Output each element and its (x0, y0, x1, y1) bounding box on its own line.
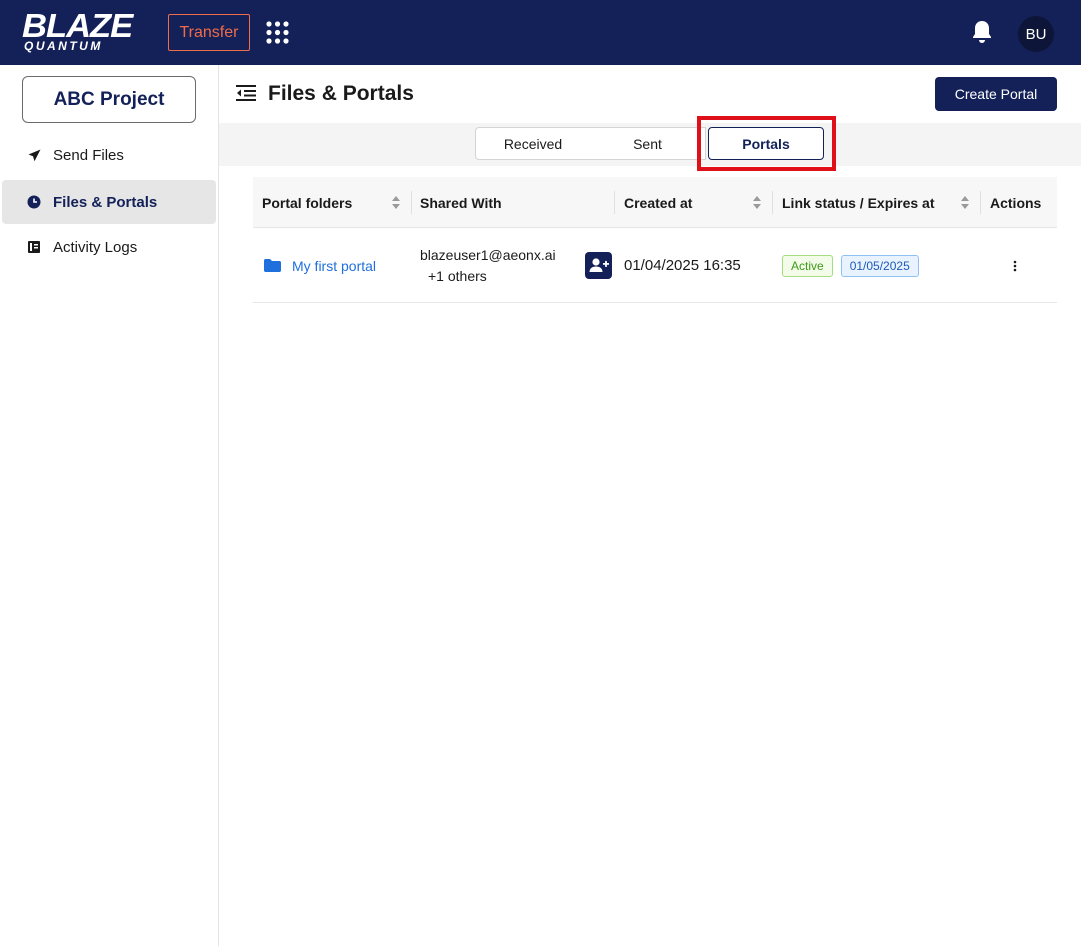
link-status-cell: Active 01/05/2025 (782, 228, 982, 303)
blaze-quantum-logo[interactable]: BLAZE QUANTUM (22, 9, 146, 53)
transfer-button[interactable]: Transfer (168, 14, 250, 51)
sidebar-item-files-portals[interactable]: Files & Portals (2, 180, 216, 224)
more-vertical-icon[interactable] (1013, 260, 1017, 272)
column-header-created-at[interactable]: Created at (615, 177, 772, 228)
tab-received[interactable]: Received (475, 127, 591, 160)
status-badge: Active (782, 254, 833, 277)
apps-grid-icon[interactable] (266, 21, 289, 44)
portal-folder-cell[interactable]: My first portal (263, 228, 411, 303)
sort-icon[interactable] (960, 195, 970, 210)
notification-bell-icon[interactable] (970, 19, 994, 45)
main-header: Files & Portals Create Portal (219, 65, 1081, 123)
logo-main-text: BLAZE (22, 7, 133, 44)
column-header-actions: Actions (990, 194, 1042, 211)
highlight-annotation-box (697, 116, 836, 171)
portals-table: Portal folders Shared With Created at Li… (253, 177, 1057, 303)
send-icon (26, 147, 42, 163)
created-at-cell: 01/04/2025 16:35 (624, 257, 741, 274)
expiry-date-badge: 01/05/2025 (840, 254, 919, 277)
tab-strip: Received Sent Portals (219, 123, 1081, 166)
table-header: Portal folders Shared With Created at Li… (253, 177, 1057, 228)
sidebar-item-activity-logs[interactable]: Activity Logs (2, 225, 216, 269)
project-selector-button[interactable]: ABC Project (22, 76, 196, 123)
sidebar-item-send-files[interactable]: Send Files (2, 133, 216, 177)
tab-sent[interactable]: Sent (590, 127, 706, 160)
portal-folder-link[interactable]: My first portal (292, 258, 376, 274)
folder-icon (264, 259, 281, 272)
column-header-shared-with: Shared With (420, 194, 502, 211)
column-header-link-status[interactable]: Link status / Expires at (773, 177, 980, 228)
log-book-icon (26, 239, 42, 255)
sort-icon[interactable] (391, 195, 401, 210)
table-row: My first portal blazeuser1@aeonx.ai +1 o… (253, 228, 1057, 303)
actions-cell (1005, 228, 1025, 303)
logo-sub-text: QUANTUM (24, 39, 103, 53)
column-header-portal-folders[interactable]: Portal folders (253, 177, 411, 228)
shared-others-count[interactable]: +1 others (420, 266, 556, 287)
page-title: Files & Portals (268, 82, 414, 105)
shared-with-cell: blazeuser1@aeonx.ai +1 others (420, 228, 610, 303)
sidebar-item-label: Send Files (53, 146, 124, 164)
sidebar-item-label: Files & Portals (53, 193, 158, 211)
sidebar: ABC Project Send Files Files & Portals A… (0, 65, 219, 946)
shared-email: blazeuser1@aeonx.ai (420, 246, 556, 263)
create-portal-button[interactable]: Create Portal (935, 77, 1057, 111)
sidebar-item-label: Activity Logs (53, 238, 138, 256)
user-avatar[interactable]: BU (1018, 16, 1054, 52)
clock-icon (26, 194, 42, 210)
collapse-menu-icon[interactable] (236, 84, 256, 102)
top-bar: BLAZE QUANTUM Transfer BU (0, 0, 1081, 65)
add-user-icon[interactable] (585, 252, 612, 279)
sort-icon[interactable] (752, 195, 762, 210)
